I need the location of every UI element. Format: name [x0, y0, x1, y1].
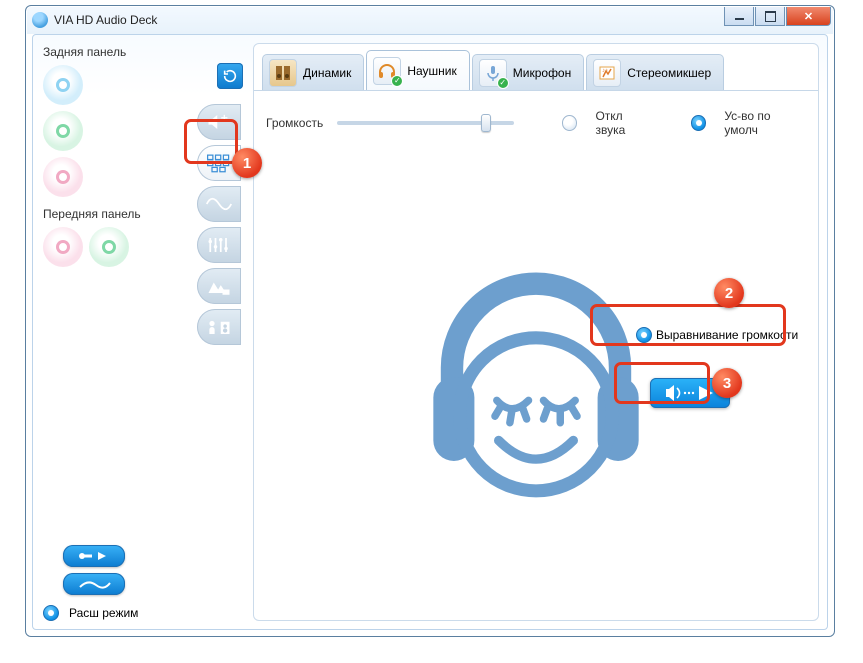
- rear-panel-label: Задняя панель: [43, 45, 199, 59]
- jack-front-green[interactable]: [89, 227, 129, 267]
- minimize-button[interactable]: [724, 7, 754, 26]
- test-play-area: [650, 378, 730, 408]
- advanced-mode-label: Расш режим: [69, 606, 138, 620]
- check-badge-icon: ✓: [391, 75, 403, 87]
- titlebar: VIA HD Audio Deck: [26, 6, 834, 34]
- connector-tool-button[interactable]: [63, 545, 125, 567]
- refresh-button[interactable]: [217, 63, 243, 89]
- front-panel-jacks: [43, 227, 199, 267]
- maximize-button[interactable]: [755, 7, 785, 26]
- tab-speaker-label: Динамик: [303, 66, 351, 80]
- tab-microphone[interactable]: ✓ Микрофон: [472, 54, 584, 90]
- jack-rear-pink[interactable]: [43, 157, 83, 197]
- jack-rear-blue[interactable]: [43, 65, 83, 105]
- svg-text:+: +: [221, 111, 228, 125]
- rear-panel-jacks: [43, 65, 199, 197]
- vtab-volume-boost[interactable]: +: [197, 104, 241, 140]
- advanced-mode-radio[interactable]: [43, 605, 59, 621]
- info-tool-button[interactable]: [63, 573, 125, 595]
- window-title: VIA HD Audio Deck: [54, 13, 157, 27]
- tab-headphone[interactable]: ✓ Наушник: [366, 50, 469, 90]
- mute-label: Откл звука: [595, 109, 654, 137]
- vtab-equalizer[interactable]: [197, 227, 241, 263]
- headphone-icon: ✓: [373, 57, 401, 85]
- vtab-environment[interactable]: [197, 268, 241, 304]
- main-panel: Динамик ✓ Наушник ✓ Микрофон: [253, 43, 819, 621]
- close-button[interactable]: [786, 7, 831, 26]
- vtab-level-calib[interactable]: [197, 145, 241, 181]
- loudness-equal-option[interactable]: Выравнивание громкости: [626, 316, 812, 354]
- svg-text:♪♪: ♪♪: [602, 68, 608, 74]
- default-device-radio[interactable]: [691, 115, 707, 131]
- volume-label: Громкость: [266, 116, 323, 130]
- vtab-sine[interactable]: [197, 186, 241, 222]
- tab-speaker[interactable]: Динамик: [262, 54, 364, 90]
- speaker-icon: [269, 59, 297, 87]
- loudness-equal-radio[interactable]: [636, 327, 652, 343]
- client-area: + Задняя панел: [32, 34, 828, 630]
- device-tabs: Динамик ✓ Наушник ✓ Микрофон: [262, 48, 810, 90]
- app-icon: [32, 12, 48, 28]
- stereomix-icon: ♪♪: [593, 59, 621, 87]
- microphone-icon: ✓: [479, 59, 507, 87]
- jack-front-pink[interactable]: [43, 227, 83, 267]
- app-window: VIA HD Audio Deck +: [25, 5, 835, 637]
- tab-microphone-label: Микрофон: [513, 66, 571, 80]
- left-sidebar: Задняя панель Передняя панель: [33, 35, 203, 629]
- extra-buttons-stack: [43, 545, 199, 595]
- default-device-label: Ус-во по умолч: [724, 109, 806, 137]
- vtab-room-corr[interactable]: [197, 309, 241, 345]
- front-panel-label: Передняя панель: [43, 207, 199, 221]
- vertical-tab-strip: +: [197, 63, 245, 345]
- window-buttons: [723, 7, 831, 26]
- volume-slider-thumb[interactable]: [481, 114, 491, 132]
- tab-stereomix-label: Стереомикшер: [627, 66, 711, 80]
- jack-rear-green[interactable]: [43, 111, 83, 151]
- test-play-button[interactable]: [650, 378, 730, 408]
- advanced-mode-row[interactable]: Расш режим: [43, 605, 199, 621]
- tab-headphone-label: Наушник: [407, 64, 456, 78]
- mute-radio[interactable]: [562, 115, 578, 131]
- headphone-face-icon: [396, 237, 676, 517]
- illustration: [262, 141, 810, 612]
- volume-row: Громкость Откл звука Ус-во по умолч: [266, 109, 806, 137]
- volume-slider[interactable]: [337, 121, 514, 125]
- tab-stereomix[interactable]: ♪♪ Стереомикшер: [586, 54, 724, 90]
- check-badge-icon: ✓: [497, 77, 509, 89]
- loudness-equal-label: Выравнивание громкости: [656, 328, 798, 342]
